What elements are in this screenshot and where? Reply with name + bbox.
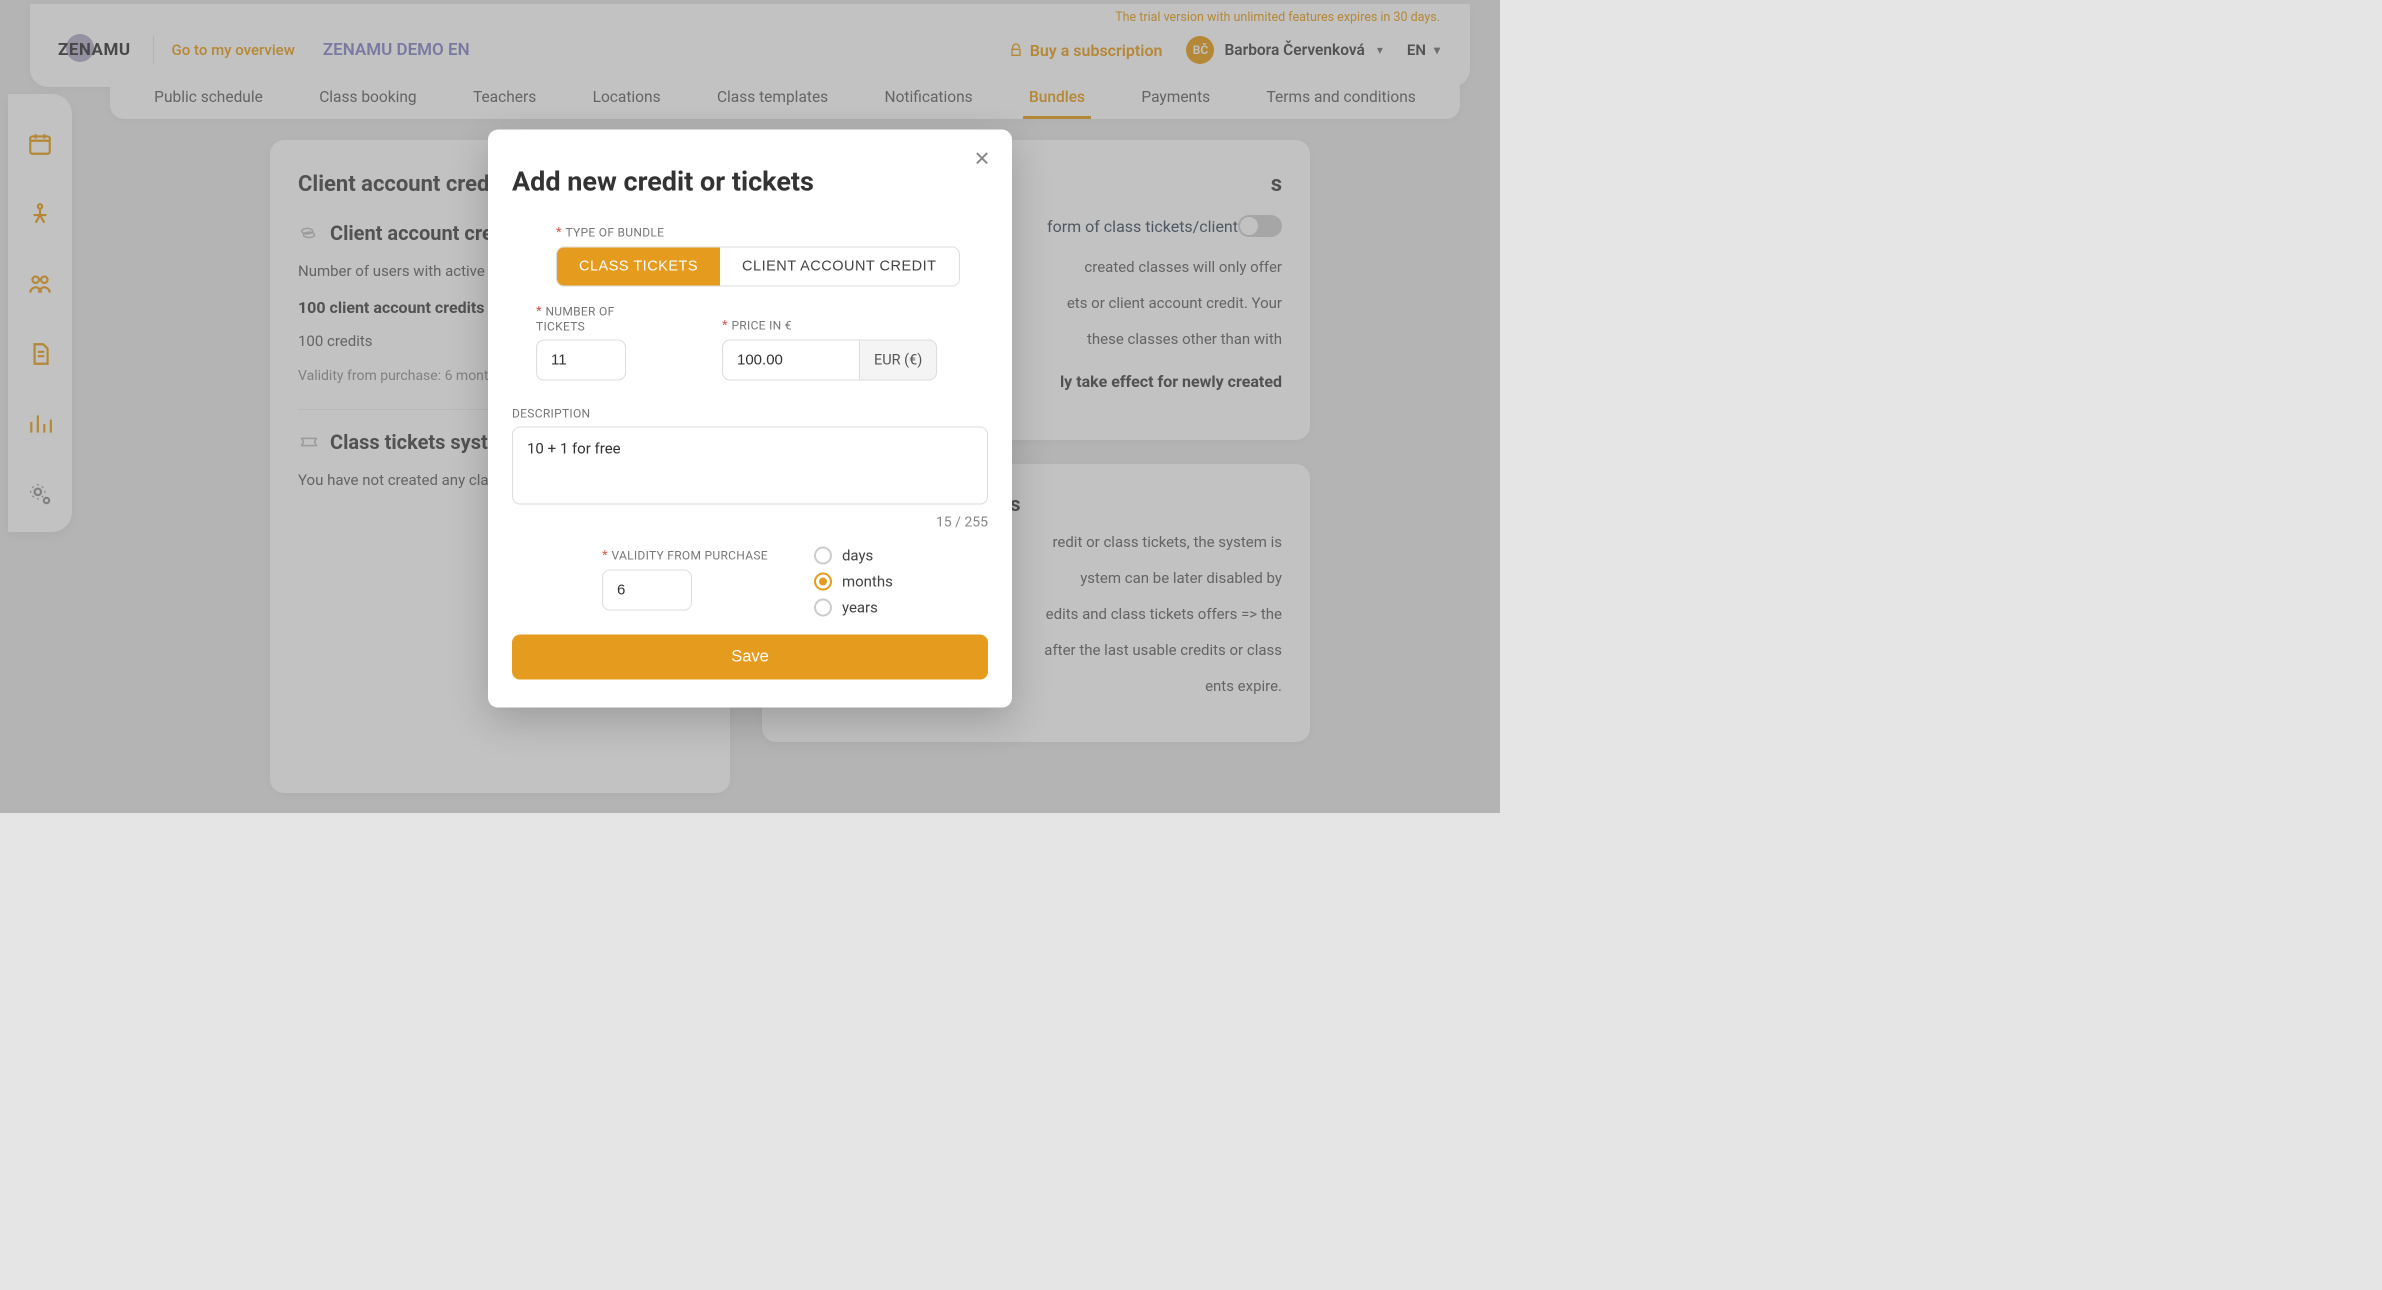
radio-years-label: years <box>842 598 878 616</box>
save-button[interactable]: Save <box>512 634 988 679</box>
radio-days-label: days <box>842 546 873 564</box>
radio-icon <box>814 546 832 564</box>
bundle-type-segmented: CLASS TICKETS CLIENT ACCOUNT CREDIT <box>556 246 960 286</box>
modal-title: Add new credit or tickets <box>512 165 988 197</box>
price-label: PRICE IN € <box>722 318 937 333</box>
radio-icon <box>814 572 832 590</box>
number-of-tickets-input[interactable] <box>536 339 626 380</box>
radio-months[interactable]: months <box>814 572 893 590</box>
number-of-tickets-label: NUMBER OF TICKETS <box>536 304 666 333</box>
add-bundle-modal: ✕ Add new credit or tickets TYPE OF BUND… <box>488 129 1012 707</box>
char-count: 15 / 255 <box>512 514 988 530</box>
close-icon[interactable]: ✕ <box>970 147 994 171</box>
price-input[interactable] <box>722 339 860 380</box>
radio-days[interactable]: days <box>814 546 893 564</box>
validity-label: VALIDITY FROM PURCHASE <box>602 548 768 563</box>
seg-class-tickets[interactable]: CLASS TICKETS <box>557 247 720 285</box>
validity-unit-radios: days months years <box>814 546 893 616</box>
seg-client-credit[interactable]: CLIENT ACCOUNT CREDIT <box>720 247 958 285</box>
description-input[interactable] <box>512 426 988 504</box>
type-of-bundle-label: TYPE OF BUNDLE <box>556 225 988 240</box>
radio-months-label: months <box>842 572 893 590</box>
radio-icon <box>814 598 832 616</box>
radio-years[interactable]: years <box>814 598 893 616</box>
validity-input[interactable] <box>602 569 692 610</box>
description-label: DESCRIPTION <box>512 406 988 420</box>
currency-suffix: EUR (€) <box>860 339 937 380</box>
